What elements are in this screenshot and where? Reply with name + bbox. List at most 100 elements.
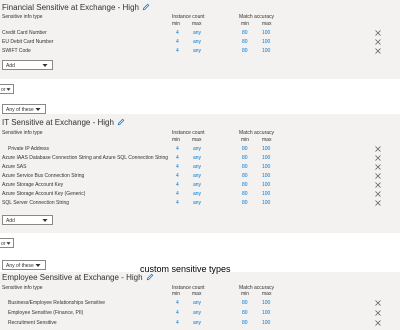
close-icon[interactable]: [374, 163, 382, 171]
group-title: Financial Sensitive at Exchange - High: [2, 3, 150, 12]
col-sub-min: min: [241, 21, 250, 27]
accuracy-min[interactable]: 80: [242, 39, 248, 45]
close-icon[interactable]: [374, 172, 382, 180]
col-sub-max: max: [262, 137, 272, 143]
instance-min[interactable]: 4: [176, 30, 179, 36]
add-dropdown[interactable]: Add: [2, 215, 53, 225]
table-row: SWIFT Code 4 any 80 100: [0, 47, 400, 56]
accuracy-min[interactable]: 80: [242, 200, 248, 206]
instance-min[interactable]: 4: [176, 164, 179, 170]
info-type-name: Credit Card Number: [2, 30, 47, 36]
instance-min[interactable]: 4: [176, 310, 179, 316]
group-operator-select[interactable]: or: [0, 84, 14, 94]
accuracy-min[interactable]: 80: [242, 191, 248, 197]
instance-max[interactable]: any: [193, 182, 201, 188]
accuracy-max[interactable]: 100: [262, 48, 270, 54]
table-row: Credit Card Number 4 any 80 100: [0, 29, 400, 38]
instance-max[interactable]: any: [193, 164, 201, 170]
accuracy-max[interactable]: 100: [262, 191, 270, 197]
accuracy-max[interactable]: 100: [262, 146, 270, 152]
info-type-name: Azure IAAS Database Connection String an…: [2, 155, 169, 161]
group-operator-select[interactable]: or: [0, 238, 14, 248]
accuracy-min[interactable]: 80: [242, 310, 248, 316]
accuracy-max[interactable]: 100: [262, 39, 270, 45]
instance-max[interactable]: any: [193, 48, 201, 54]
accuracy-min[interactable]: 80: [242, 320, 248, 326]
instance-min[interactable]: 4: [176, 173, 179, 179]
instance-max[interactable]: any: [193, 155, 201, 161]
info-type-name: Azure Storage Account Key (Generic): [2, 191, 86, 197]
accuracy-max[interactable]: 100: [262, 310, 270, 316]
accuracy-min[interactable]: 80: [242, 182, 248, 188]
info-type-name: Employee Sensitive (Finance, PII): [8, 310, 84, 316]
any-of-these-select[interactable]: Any of these: [2, 104, 46, 114]
info-type-name: Private IP Address: [8, 146, 50, 152]
add-dropdown[interactable]: Add: [2, 60, 53, 70]
instance-max[interactable]: any: [193, 320, 201, 326]
accuracy-max[interactable]: 100: [262, 200, 270, 206]
table-row: Azure Storage Account Key 4 any 80 100: [0, 181, 400, 190]
close-icon[interactable]: [374, 190, 382, 198]
col-header-instance-count: Instance count: [172, 130, 205, 136]
instance-max[interactable]: any: [193, 310, 201, 316]
instance-min[interactable]: 4: [176, 146, 179, 152]
instance-max[interactable]: any: [193, 191, 201, 197]
col-header-instance-count: Instance count: [172, 14, 205, 20]
instance-min[interactable]: 4: [176, 155, 179, 161]
close-icon[interactable]: [374, 145, 382, 153]
accuracy-min[interactable]: 80: [242, 300, 248, 306]
accuracy-min[interactable]: 80: [242, 155, 248, 161]
close-icon[interactable]: [374, 29, 382, 37]
annotation-label: custom sensitive types: [140, 264, 231, 274]
accuracy-max[interactable]: 100: [262, 164, 270, 170]
accuracy-min[interactable]: 80: [242, 146, 248, 152]
instance-max[interactable]: any: [193, 30, 201, 36]
table-row: Private IP Address 4 any 80 100: [0, 145, 400, 154]
pencil-icon[interactable]: [146, 273, 154, 281]
instance-min[interactable]: 4: [176, 191, 179, 197]
any-of-these-select[interactable]: Any of these: [2, 260, 46, 270]
close-icon[interactable]: [374, 199, 382, 207]
accuracy-min[interactable]: 80: [242, 164, 248, 170]
group-title: IT Sensitive at Exchange - High: [2, 118, 125, 127]
info-type-name: Recruitment Sensitive: [8, 320, 57, 326]
close-icon[interactable]: [374, 154, 382, 162]
rule-group-financial: Financial Sensitive at Exchange - High S…: [0, 0, 400, 79]
instance-min[interactable]: 4: [176, 300, 179, 306]
accuracy-max[interactable]: 100: [262, 300, 270, 306]
info-type-name: Business/Employee Relationships Sensitiv…: [8, 300, 105, 306]
accuracy-min[interactable]: 80: [242, 48, 248, 54]
table-row: Azure Service Bus Connection String 4 an…: [0, 172, 400, 181]
info-type-name: Azure Service Bus Connection String: [2, 173, 85, 179]
accuracy-max[interactable]: 100: [262, 173, 270, 179]
pencil-icon[interactable]: [117, 118, 125, 126]
instance-min[interactable]: 4: [176, 48, 179, 54]
accuracy-max[interactable]: 100: [262, 182, 270, 188]
instance-min[interactable]: 4: [176, 320, 179, 326]
close-icon[interactable]: [374, 38, 382, 46]
chevron-down-icon: [35, 108, 41, 111]
info-type-name: SQL Server Connection String: [2, 200, 70, 206]
instance-max[interactable]: any: [193, 173, 201, 179]
accuracy-max[interactable]: 100: [262, 155, 270, 161]
table-row: Recruitment Sensitive 4 any 80 100: [0, 319, 400, 328]
close-icon[interactable]: [374, 309, 382, 317]
close-icon[interactable]: [374, 47, 382, 55]
instance-max[interactable]: any: [193, 146, 201, 152]
chevron-down-icon: [6, 242, 11, 245]
pencil-icon[interactable]: [142, 3, 150, 11]
instance-min[interactable]: 4: [176, 39, 179, 45]
instance-max[interactable]: any: [193, 300, 201, 306]
accuracy-min[interactable]: 80: [242, 173, 248, 179]
accuracy-min[interactable]: 80: [242, 30, 248, 36]
close-icon[interactable]: [374, 299, 382, 307]
instance-max[interactable]: any: [193, 39, 201, 45]
instance-min[interactable]: 4: [176, 182, 179, 188]
col-sub-max: max: [192, 137, 202, 143]
instance-max[interactable]: any: [193, 200, 201, 206]
close-icon[interactable]: [374, 181, 382, 189]
close-icon[interactable]: [374, 319, 382, 327]
accuracy-max[interactable]: 100: [262, 320, 270, 326]
accuracy-max[interactable]: 100: [262, 30, 270, 36]
instance-min[interactable]: 4: [176, 200, 179, 206]
